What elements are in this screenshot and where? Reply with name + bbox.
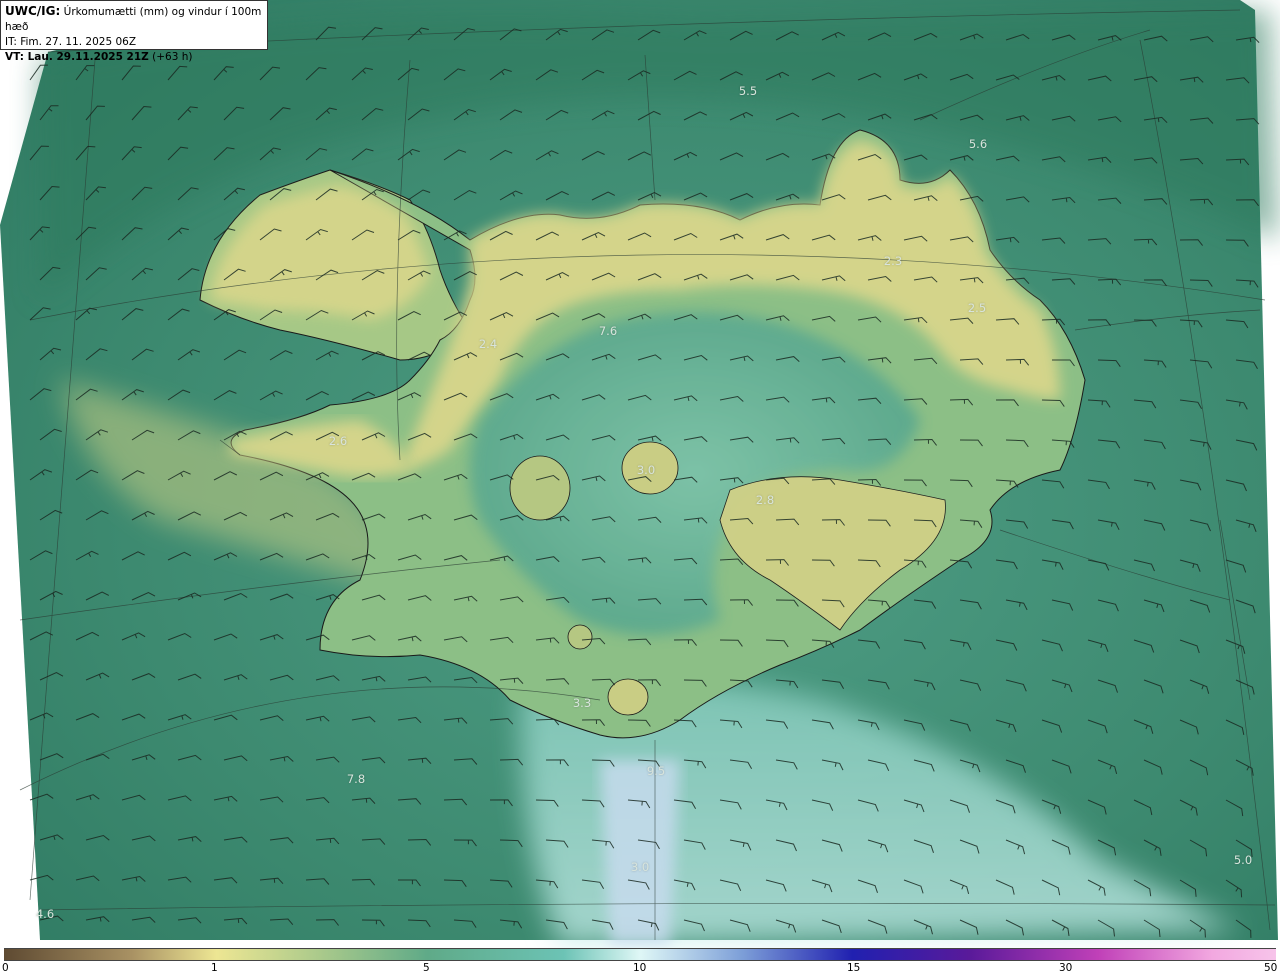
value-label: 5.0 [1233,853,1253,867]
map-header: UWC/IG: Úrkomumætti (mm) og vindur í 100… [0,0,268,63]
value-label: 3.0 [630,860,650,874]
header-line-title: UWC/IG: Úrkomumætti (mm) og vindur í 100… [5,4,263,35]
value-label: 2.5 [967,301,987,315]
value-label: 9.5 [646,764,666,778]
value-label: 5.6 [968,137,988,151]
value-label: 7.6 [598,324,618,338]
colorbar-gradient [4,948,1276,961]
init-time: IT: Fim. 27. 11. 2025 06Z [5,36,137,48]
colorbar-tick: 5 [423,962,430,974]
value-label: 2.3 [883,254,903,268]
colorbar-tick: 0 [2,962,9,974]
value-label: 5.5 [738,84,758,98]
valid-time: VT: Lau. 29.11.2025 21Z [5,51,149,63]
colorbar-tick: 50 [1264,962,1278,974]
value-label: 7.8 [346,772,366,786]
value-label: 3.0 [636,463,656,477]
colorbar-tick: 15 [847,962,861,974]
colorbar-legend: 0 1 5 10 15 30 50 [0,948,1280,978]
model-name: UWC/IG: [5,4,61,18]
value-label: 2.4 [478,337,498,351]
colorbar-tick: 10 [633,962,647,974]
colorbar-tick: 1 [211,962,218,974]
value-label: 2.6 [328,434,348,448]
lead-time: (+63 h) [152,51,193,63]
header-line-valid: VT: Lau. 29.11.2025 21Z (+63 h) [5,50,263,65]
value-label: 3.3 [572,696,592,710]
forecast-map[interactable]: UWC/IG: Úrkomumætti (mm) og vindur í 100… [0,0,1280,948]
colorbar-tick: 30 [1059,962,1073,974]
value-label: 4.6 [35,907,55,921]
value-label: 2.8 [755,493,775,507]
